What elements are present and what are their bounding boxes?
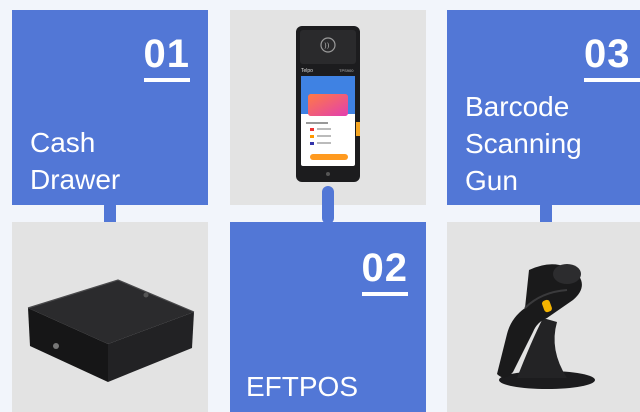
item-02-panel: 02 EFTPOS — [230, 222, 426, 412]
item-03-title-line-1: Barcode — [465, 91, 570, 122]
item-01-title-line-1: Cash — [30, 127, 96, 158]
item-02-connector — [322, 186, 334, 224]
eftpos-terminal-image: )) Telpo TPS900 — [296, 26, 360, 182]
item-02-image-panel: )) Telpo TPS900 — [230, 10, 426, 205]
item-01-number: 01 — [143, 34, 190, 82]
barcode-scanner-image — [497, 264, 595, 389]
item-02-number: 02 — [361, 248, 408, 296]
item-01-panel: 01 Cash Drawer — [12, 10, 208, 205]
device-brand: Telpo — [301, 68, 313, 74]
item-02-title: EFTPOS — [246, 371, 359, 402]
item-01-image-panel — [12, 222, 208, 412]
item-03-title-line-2: Scanning — [465, 128, 582, 159]
cash-drawer-image — [27, 279, 195, 382]
item-01-title: Cash Drawer — [30, 124, 120, 198]
svg-text:)): )) — [324, 42, 330, 50]
item-03-title-line-3: Gun — [465, 165, 518, 196]
item-03-panel: 03 Barcode Scanning Gun — [447, 10, 640, 205]
device-model: TPS900 — [339, 68, 354, 73]
item-01-title-line-2: Drawer — [30, 164, 121, 195]
item-03-image-panel — [447, 222, 640, 412]
item-03-title: Barcode Scanning Gun — [465, 88, 582, 199]
item-03-number: 03 — [584, 34, 640, 82]
